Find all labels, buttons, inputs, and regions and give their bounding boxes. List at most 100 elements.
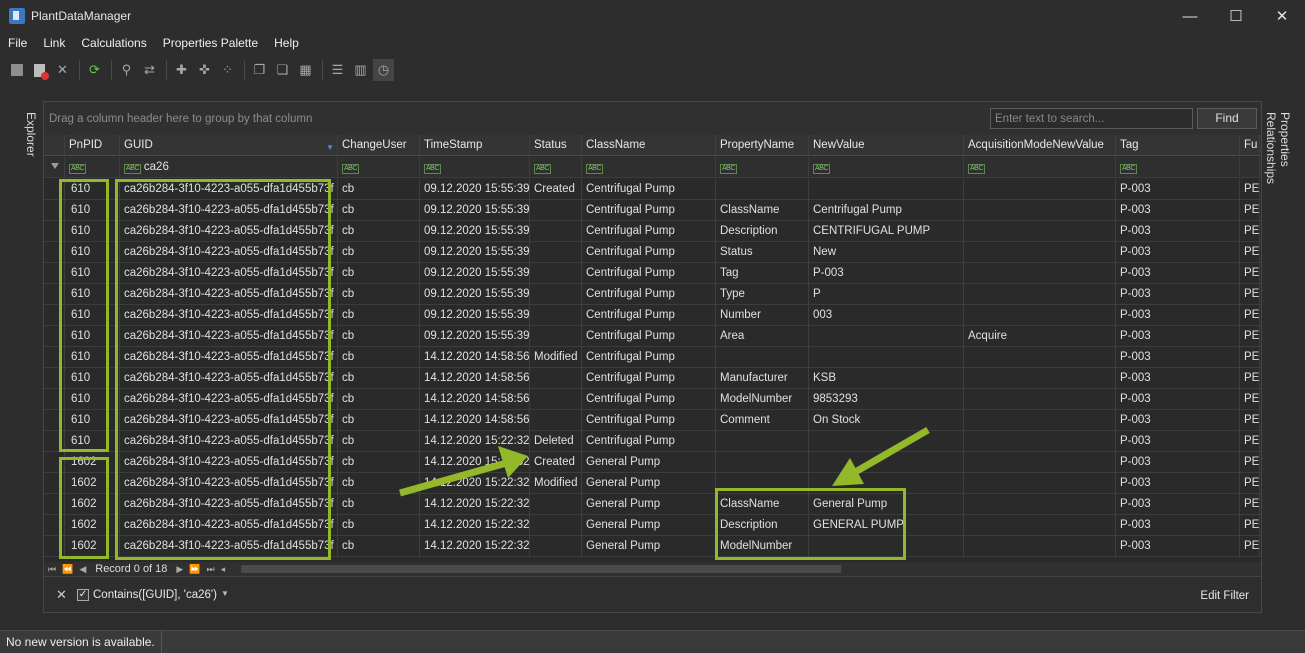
cell-propertyname[interactable] [716, 431, 809, 451]
row-indicator[interactable] [44, 305, 65, 325]
row-indicator[interactable] [44, 515, 65, 535]
cell-guid[interactable]: ca26b284-3f10-4223-a055-dfa1d455b73f [120, 179, 338, 199]
cell-newvalue[interactable] [809, 452, 964, 472]
cell-guid[interactable]: ca26b284-3f10-4223-a055-dfa1d455b73f [120, 263, 338, 283]
row-indicator[interactable] [44, 536, 65, 556]
search-icon[interactable]: ⚲ [116, 59, 137, 81]
cell-changeuser[interactable]: cb [338, 494, 420, 514]
cell-classname[interactable]: Centrifugal Pump [582, 263, 716, 283]
cell-status[interactable] [530, 410, 582, 430]
cell-acquisitionmode[interactable] [964, 368, 1116, 388]
cell-changeuser[interactable]: cb [338, 305, 420, 325]
search-input[interactable] [990, 108, 1193, 129]
cell-propertyname[interactable]: Manufacturer [716, 368, 809, 388]
cell-propertyname[interactable] [716, 452, 809, 472]
cell-changeuser[interactable]: cb [338, 347, 420, 367]
cell-acquisitionmode[interactable]: Acquire [964, 326, 1116, 346]
row-indicator[interactable] [44, 347, 65, 367]
cell-timestamp[interactable]: 14.12.2020 15:22:32 [420, 536, 530, 556]
cell-propertyname[interactable]: Comment [716, 410, 809, 430]
cell-classname[interactable]: Centrifugal Pump [582, 326, 716, 346]
filter-cell-pnpid[interactable]: ABC [65, 157, 120, 177]
row-indicator[interactable] [44, 221, 65, 241]
filter-cell-guid[interactable]: ABC ca26 [120, 157, 338, 177]
table-row[interactable]: 610 ca26b284-3f10-4223-a055-dfa1d455b73f c… [44, 221, 1261, 242]
cell-fu[interactable]: PE [1240, 536, 1260, 556]
filter-cell-changeuser[interactable]: ABC [338, 157, 420, 177]
cell-newvalue[interactable]: Centrifugal Pump [809, 200, 964, 220]
cell-timestamp[interactable]: 14.12.2020 15:22:32 [420, 473, 530, 493]
cell-timestamp[interactable]: 14.12.2020 14:58:56 [420, 368, 530, 388]
table-row[interactable]: 1602 ca26b284-3f10-4223-a055-dfa1d455b73f… [44, 473, 1261, 494]
cell-pnpid[interactable]: 610 [65, 221, 120, 241]
text-filter-icon[interactable]: ABC [69, 164, 86, 174]
cell-pnpid[interactable]: 610 [65, 263, 120, 283]
filter-cell-propertyname[interactable]: ABC [716, 157, 809, 177]
cell-classname[interactable]: General Pump [582, 473, 716, 493]
cell-changeuser[interactable]: cb [338, 284, 420, 304]
cell-pnpid[interactable]: 610 [65, 368, 120, 388]
minimize-button[interactable]: — [1167, 0, 1213, 32]
cell-acquisitionmode[interactable] [964, 431, 1116, 451]
cell-classname[interactable]: General Pump [582, 452, 716, 472]
cell-status[interactable]: Modified [530, 347, 582, 367]
cell-timestamp[interactable]: 09.12.2020 15:55:39 [420, 200, 530, 220]
cell-pnpid[interactable]: 1602 [65, 452, 120, 472]
cell-status[interactable] [530, 242, 582, 262]
cell-fu[interactable]: PE [1240, 452, 1260, 472]
cell-acquisitionmode[interactable] [964, 347, 1116, 367]
cell-guid[interactable]: ca26b284-3f10-4223-a055-dfa1d455b73f [120, 494, 338, 514]
cell-acquisitionmode[interactable] [964, 494, 1116, 514]
cell-status[interactable] [530, 305, 582, 325]
cell-newvalue[interactable]: 003 [809, 305, 964, 325]
filter-cell-fu[interactable] [1240, 157, 1260, 177]
cell-timestamp[interactable]: 14.12.2020 15:22:32 [420, 431, 530, 451]
cell-fu[interactable]: PE [1240, 389, 1260, 409]
cell-pnpid[interactable]: 1602 [65, 473, 120, 493]
cell-newvalue[interactable]: KSB [809, 368, 964, 388]
paste-icon[interactable]: ❏ [272, 59, 293, 81]
row-indicator[interactable] [44, 200, 65, 220]
cell-guid[interactable]: ca26b284-3f10-4223-a055-dfa1d455b73f [120, 284, 338, 304]
cell-propertyname[interactable]: Type [716, 284, 809, 304]
cell-guid[interactable]: ca26b284-3f10-4223-a055-dfa1d455b73f [120, 221, 338, 241]
save-icon[interactable] [6, 59, 27, 81]
cell-tag[interactable]: P-003 [1116, 473, 1240, 493]
text-filter-icon[interactable]: ABC [124, 164, 141, 174]
cell-tag[interactable]: P-003 [1116, 284, 1240, 304]
cell-tag[interactable]: P-003 [1116, 431, 1240, 451]
cell-changeuser[interactable]: cb [338, 326, 420, 346]
column-header-status[interactable]: Status [530, 135, 582, 155]
columns-view-icon[interactable]: ▥ [350, 59, 371, 81]
cell-newvalue[interactable] [809, 536, 964, 556]
horizontal-scrollbar[interactable] [241, 565, 841, 573]
cell-status[interactable] [530, 389, 582, 409]
find-button[interactable]: Find [1197, 108, 1257, 129]
row-indicator[interactable] [44, 389, 65, 409]
cell-propertyname[interactable]: Status [716, 242, 809, 262]
cell-tag[interactable]: P-003 [1116, 221, 1240, 241]
cell-classname[interactable]: Centrifugal Pump [582, 200, 716, 220]
cell-propertyname[interactable]: Description [716, 221, 809, 241]
cell-propertyname[interactable]: Area [716, 326, 809, 346]
cell-changeuser[interactable]: cb [338, 515, 420, 535]
column-header-classname[interactable]: ClassName [582, 135, 716, 155]
cell-timestamp[interactable]: 14.12.2020 14:58:56 [420, 389, 530, 409]
cell-tag[interactable]: P-003 [1116, 494, 1240, 514]
cell-newvalue[interactable] [809, 326, 964, 346]
cell-propertyname[interactable]: ClassName [716, 200, 809, 220]
group-panel[interactable]: Drag a column header here to group by th… [44, 102, 1261, 135]
cell-guid[interactable]: ca26b284-3f10-4223-a055-dfa1d455b73f [120, 431, 338, 451]
cell-acquisitionmode[interactable] [964, 284, 1116, 304]
cell-classname[interactable]: Centrifugal Pump [582, 389, 716, 409]
cell-classname[interactable]: Centrifugal Pump [582, 431, 716, 451]
column-header-propertyname[interactable]: PropertyName [716, 135, 809, 155]
cell-fu[interactable]: PE [1240, 221, 1260, 241]
cell-status[interactable] [530, 284, 582, 304]
cell-acquisitionmode[interactable] [964, 305, 1116, 325]
column-header-tag[interactable]: Tag [1116, 135, 1240, 155]
cell-status[interactable] [530, 221, 582, 241]
hierarchy-icon[interactable]: ⁘ [217, 59, 238, 81]
cell-acquisitionmode[interactable] [964, 200, 1116, 220]
cell-changeuser[interactable]: cb [338, 473, 420, 493]
